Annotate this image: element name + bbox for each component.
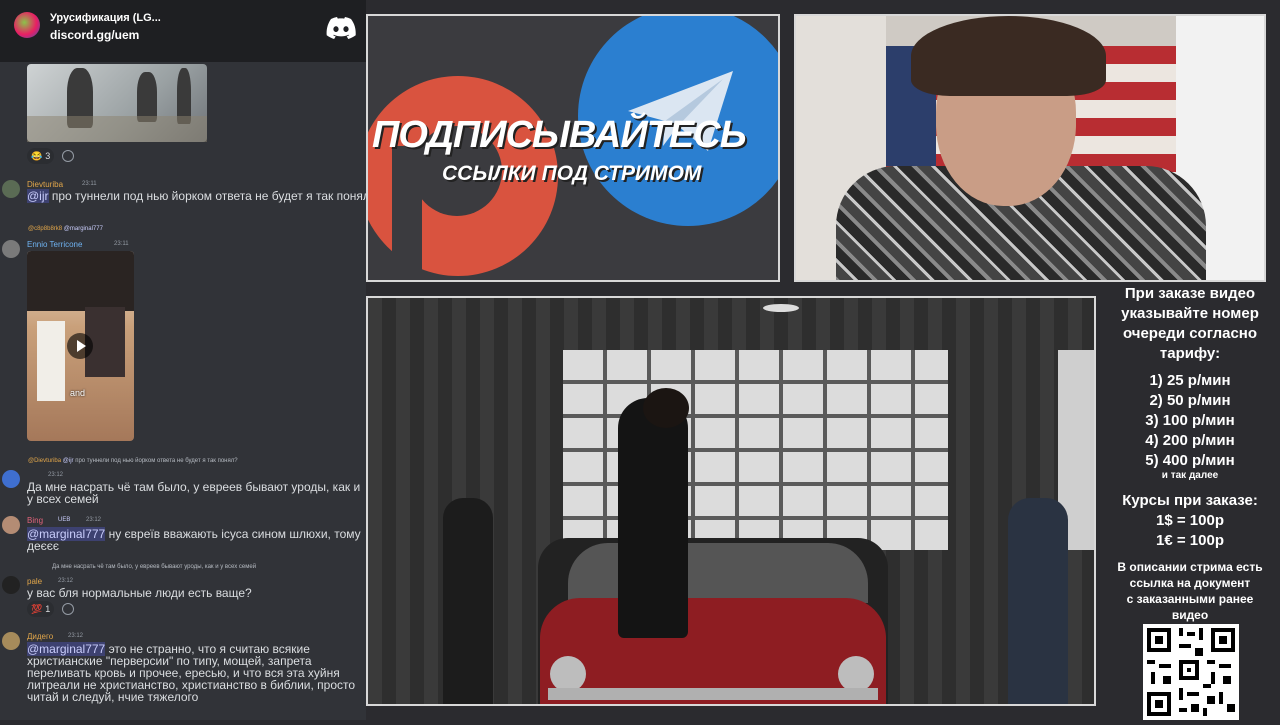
subscribe-text: ПОДПИСЫВАЙТЕСЬ	[372, 114, 747, 156]
ceiling-lamp	[763, 304, 799, 312]
rates: Курсы при заказе: 1$ = 100р 1€ = 100р	[1122, 492, 1258, 549]
add-reaction-icon[interactable]	[62, 150, 74, 162]
order-instructions: При заказе видео указывайте номер очеред…	[1121, 285, 1259, 362]
video-attachment[interactable]: and	[27, 251, 134, 441]
description-note: В описании стрима есть ссылка на докумен…	[1117, 560, 1263, 622]
discord-header: Урусификация (LG... discord.gg/uem	[0, 0, 366, 62]
message-text: @ijr про туннели под нью йорком ответа н…	[27, 189, 366, 203]
timestamp: 23:12	[48, 472, 64, 478]
hair	[911, 16, 1106, 96]
message-text: у вас бля нормальные люди есть ваще?	[27, 586, 252, 600]
subscribe-banner: ПОДПИСЫВАЙТЕСЬ ССЫЛКИ ПОД СТРИМОМ	[366, 14, 780, 282]
timestamp: 23:11	[82, 181, 97, 187]
car-windshield	[568, 543, 868, 603]
avatar[interactable]	[2, 470, 20, 488]
message-text: @marginal777 это не странно, что я счита…	[27, 642, 356, 704]
qr-code-icon	[1143, 624, 1239, 720]
discord-logo-icon	[326, 17, 356, 39]
hundred-emoji-icon: 💯	[31, 603, 43, 614]
avatar[interactable]	[2, 240, 20, 258]
man-on-car	[618, 398, 688, 638]
reply-preview[interactable]: @Dievturiba @ijr про туннели под нью йор…	[28, 458, 238, 464]
movie-frame	[366, 296, 1096, 706]
mention[interactable]: @ijr	[27, 189, 49, 203]
laugh-emoji-icon: 😂	[31, 150, 43, 161]
reply-preview[interactable]: @c8p8b8rk8 @marginal777	[28, 226, 103, 232]
timestamp: 23:11	[114, 241, 129, 247]
message-text: @marginal777 ну євреїв вважають ісуса си…	[27, 527, 361, 553]
video-caption: and	[70, 388, 86, 398]
avatar[interactable]	[2, 576, 20, 594]
username[interactable]: pale	[27, 577, 42, 586]
play-icon[interactable]	[67, 333, 93, 359]
invite-link[interactable]: discord.gg/uem	[50, 28, 139, 42]
reply-preview[interactable]: Да мне насрать чё там было, у евреев быв…	[52, 564, 256, 570]
timestamp: 23:12	[68, 633, 84, 639]
meme-image[interactable]	[27, 64, 207, 142]
links-text: ССЫЛКИ ПОД СТРИМОМ	[442, 162, 702, 185]
username[interactable]: Dievturiba	[27, 180, 63, 189]
username[interactable]: Дидего	[27, 632, 53, 641]
reaction-laugh[interactable]: 😂 3	[27, 148, 55, 164]
username[interactable]: Ennio Terricone	[27, 240, 82, 249]
man-right	[1008, 498, 1068, 704]
add-reaction-icon[interactable]	[62, 603, 74, 615]
username[interactable]: Bing	[27, 516, 43, 525]
reaction-count: 3	[45, 151, 51, 161]
reaction-count: 1	[45, 604, 51, 614]
man-left	[443, 498, 493, 704]
server-icon	[14, 12, 40, 38]
avatar[interactable]	[2, 632, 20, 650]
etc-text: и так далее	[1161, 470, 1219, 481]
role-tag: UEB	[58, 517, 71, 523]
webcam-feed	[794, 14, 1266, 282]
server-name: Урусификация (LG...	[50, 12, 161, 24]
tariff-list: 1) 25 р/мин 2) 50 р/мин 3) 100 р/мин 4) …	[1145, 372, 1235, 469]
timestamp: 23:12	[58, 578, 74, 584]
message-text: Да мне насрать чё там было, у евреев быв…	[27, 480, 361, 506]
avatar[interactable]	[2, 516, 20, 534]
avatar[interactable]	[2, 180, 20, 198]
reaction-hundred[interactable]: 💯 1	[27, 601, 55, 617]
timestamp: 23:12	[86, 517, 102, 523]
discord-chat-overlay: Урусификация (LG... discord.gg/uem 😂 3 D…	[0, 0, 366, 720]
